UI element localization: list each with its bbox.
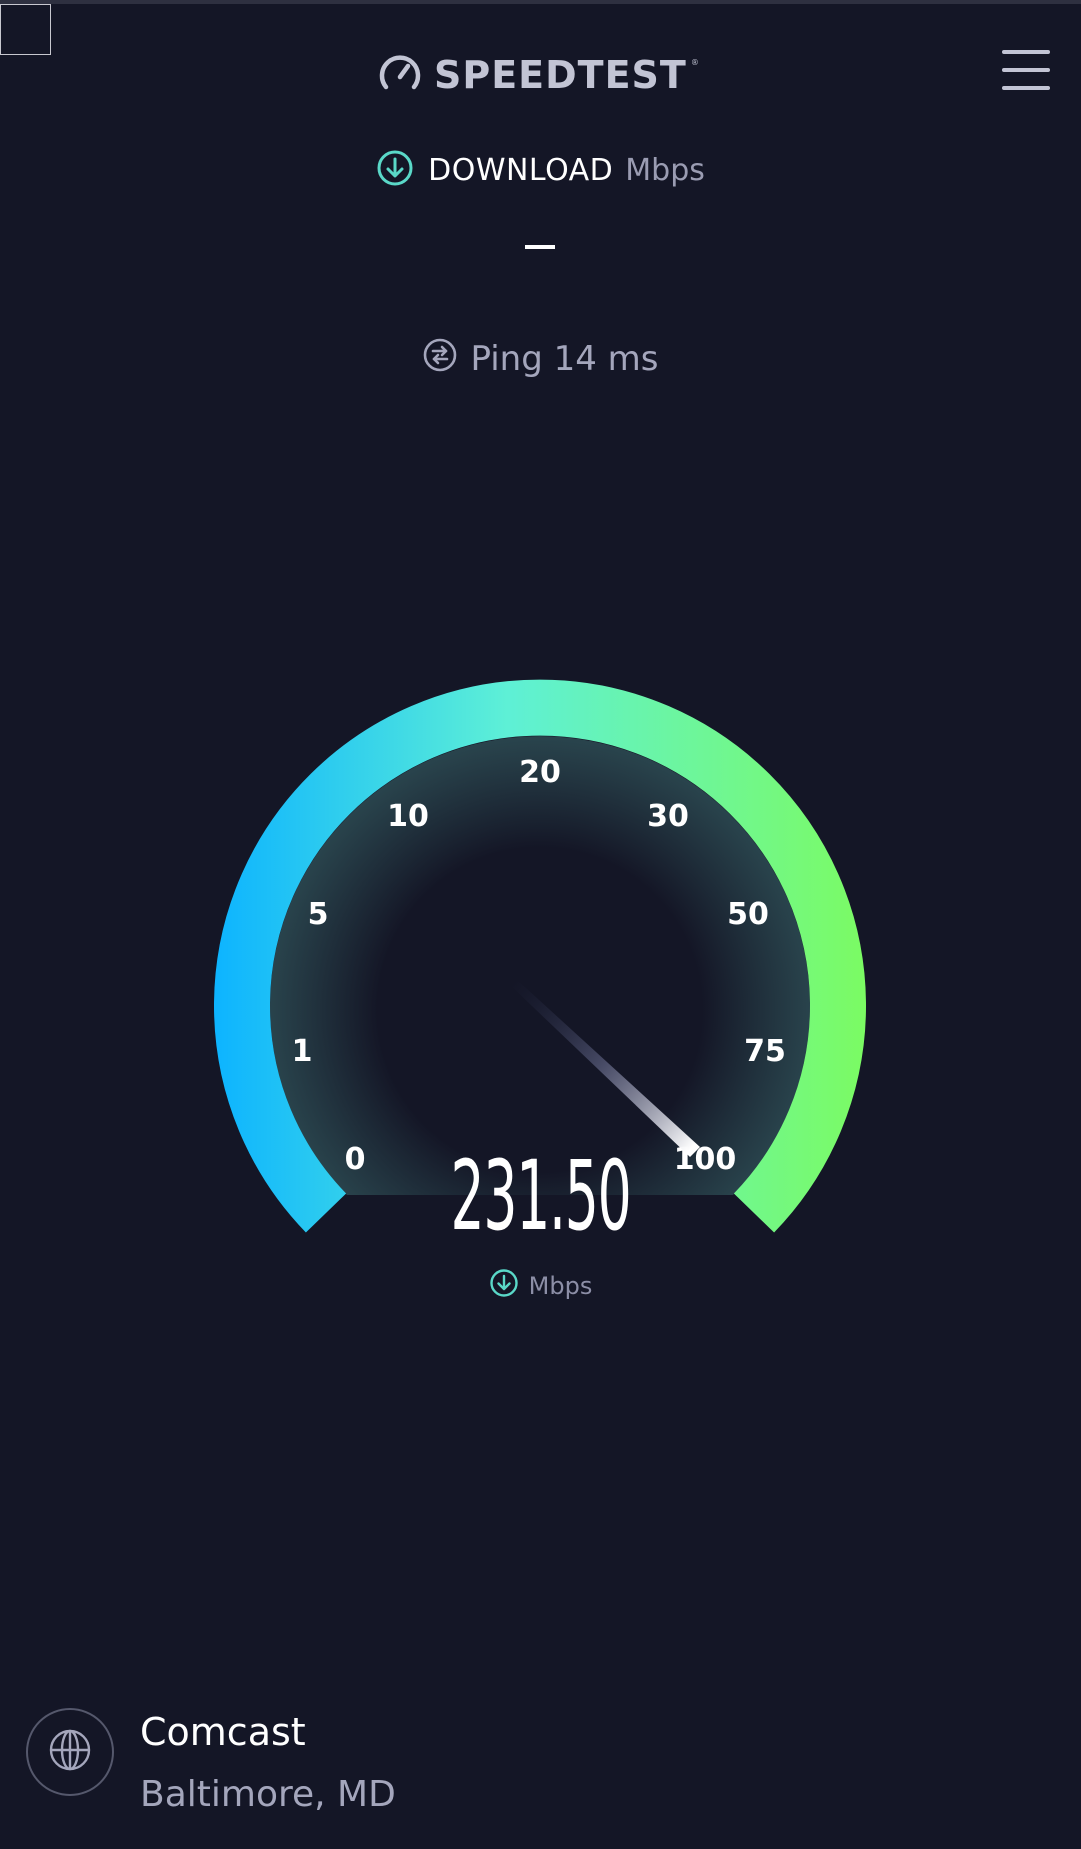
gauge-logo-icon xyxy=(378,51,422,99)
globe-icon xyxy=(48,1728,92,1776)
isp-name: Comcast xyxy=(140,1710,306,1754)
app-header: SPEEDTEST ® xyxy=(0,44,1081,104)
gauge-tick-label: 10 xyxy=(387,799,429,834)
download-placeholder-dash xyxy=(525,245,555,249)
logo-text: SPEEDTEST xyxy=(434,53,687,97)
download-unit: Mbps xyxy=(625,152,705,188)
gauge-tick-label: 5 xyxy=(308,897,329,932)
download-arrow-icon xyxy=(489,1268,519,1304)
gauge-tick-label: 75 xyxy=(744,1034,786,1069)
ping-text: Ping 14 ms xyxy=(470,339,659,379)
top-border xyxy=(0,0,1081,4)
download-arrow-icon xyxy=(376,149,414,191)
speedtest-logo[interactable]: SPEEDTEST ® xyxy=(378,50,699,100)
gauge-tick-label: 20 xyxy=(519,755,561,790)
download-label: DOWNLOAD xyxy=(428,152,614,188)
trademark: ® xyxy=(690,58,699,67)
speed-unit-row: Mbps xyxy=(0,1266,1081,1306)
gauge-tick-label: 50 xyxy=(727,897,769,932)
ping-icon xyxy=(422,337,458,382)
gauge-tick-label: 30 xyxy=(647,799,689,834)
speed-unit-label: Mbps xyxy=(528,1272,593,1300)
hamburger-menu-icon[interactable] xyxy=(1002,50,1050,90)
gauge-tick-label: 1 xyxy=(292,1034,313,1069)
download-header: DOWNLOAD Mbps xyxy=(0,146,1081,194)
change-server-button[interactable] xyxy=(26,1708,114,1796)
ping-readout: Ping 14 ms xyxy=(0,334,1081,384)
server-location: Baltimore, MD xyxy=(140,1774,396,1815)
speed-value: 231.50 xyxy=(450,1140,632,1252)
server-info: Comcast Baltimore, MD xyxy=(26,1708,1056,1828)
